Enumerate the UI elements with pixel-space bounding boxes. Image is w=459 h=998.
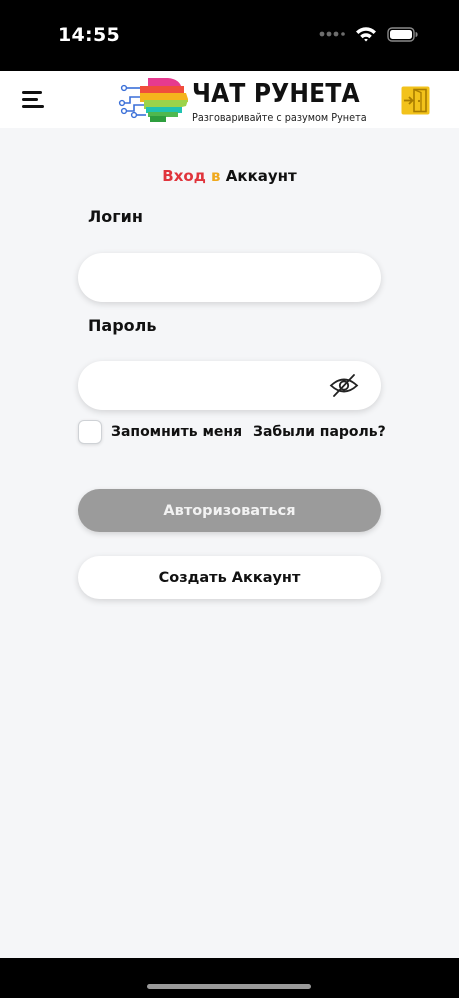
- door-login-icon[interactable]: [401, 86, 430, 115]
- battery-icon: [387, 26, 418, 42]
- create-account-button[interactable]: Создать Аккаунт: [78, 556, 381, 599]
- logo-subtitle: Разговаривайте с разумом Рунета: [192, 112, 367, 124]
- login-input[interactable]: [78, 253, 381, 302]
- eye-slash-icon[interactable]: [329, 372, 359, 399]
- form-title-part3: Аккаунт: [225, 167, 297, 185]
- logo-title: ЧАТ РУНЕТА: [192, 79, 360, 109]
- wifi-icon: [356, 27, 376, 42]
- authorize-button[interactable]: Авторизоваться: [78, 489, 381, 532]
- form-title: Вход в Аккаунт: [0, 167, 459, 185]
- hamburger-menu-icon[interactable]: [22, 89, 46, 111]
- remember-me-checkbox[interactable]: [78, 420, 102, 444]
- app-header: ЧАТ РУНЕТА Разговаривайте с разумом Руне…: [0, 71, 459, 128]
- login-label: Логин: [88, 207, 143, 226]
- form-title-part2: в: [211, 167, 221, 185]
- logo-head-icon: [118, 78, 188, 122]
- home-indicator[interactable]: [147, 984, 311, 989]
- status-icons: [319, 26, 419, 42]
- forgot-password-link[interactable]: Забыли пароль?: [253, 424, 386, 440]
- status-time: 14:55: [58, 24, 120, 46]
- form-title-part1: Вход: [162, 167, 206, 185]
- password-label: Пароль: [88, 316, 157, 335]
- status-bar: 14:55: [0, 0, 459, 71]
- remember-me-label: Запомнить меня: [111, 424, 243, 440]
- signal-dots-icon: [319, 31, 345, 37]
- bottom-bar: [0, 958, 459, 998]
- logo: ЧАТ РУНЕТА Разговаривайте с разумом Руне…: [118, 75, 367, 125]
